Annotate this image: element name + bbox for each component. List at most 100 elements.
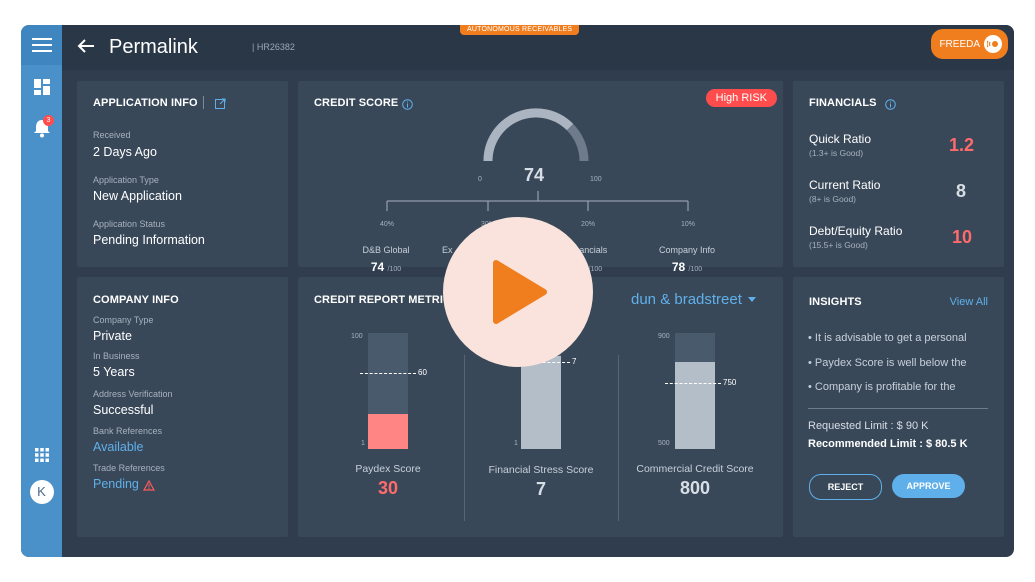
info-icon[interactable] [402,97,413,115]
notification-badge: 3 [43,115,54,126]
assistant-icon [984,35,1002,53]
bank-references-link[interactable]: Available [93,440,144,454]
field-label: In Business [93,351,140,361]
column-divider [464,355,465,521]
play-icon [493,260,547,324]
ratio-hint: (15.5+ is Good) [809,240,868,250]
insight-item: • Paydex Score is well below the [808,357,967,369]
card-title: COMPANY INFO [93,294,179,306]
approve-button[interactable]: APPROVE [892,474,965,498]
metric-name: Financial Stress Score [488,464,594,476]
hamburger-icon [31,38,52,52]
provider-name: dun & bradstreet [631,291,742,308]
metric-value: 30 [377,478,399,498]
arrow-left-icon [77,39,94,53]
company-info-card: COMPANY INFO Company Type Private In Bus… [77,277,288,537]
weight-tree [386,191,689,211]
requested-limit: Requested Limit : $ 90 K [808,420,929,432]
weight-label: 40% [380,221,395,228]
metric-bar-fill [675,362,715,449]
field-label: Received [93,130,131,140]
ratio-name: Debt/Equity Ratio [809,224,903,238]
provider-selector[interactable]: dun & bradstreet [631,291,756,308]
recommended-limit: Recommended Limit : $ 80.5 K [808,438,968,450]
field-value: Private [93,329,132,343]
trade-references-link[interactable]: Pending [93,477,139,491]
card-title: FINANCIALS [809,97,877,109]
field-value: Successful [93,403,154,417]
play-button[interactable] [443,217,593,367]
insights-card: INSIGHTS View All • It is advisable to g… [793,277,1004,537]
ratio-hint: (8+ is Good) [809,194,857,204]
field-value: Pending Information [93,233,205,247]
insight-item: • It is advisable to get a personal [808,332,967,344]
field-label: Trade References [93,463,165,473]
marker-line [665,383,721,384]
axis-bottom: 1 [361,440,365,447]
page-title: Permalink [109,36,198,58]
info-icon[interactable] [885,97,896,115]
view-all-link[interactable]: View All [950,296,988,308]
application-info-card: APPLICATION INFO Received 2 Days Ago App… [77,81,288,267]
notifications-button[interactable]: 3 [21,115,62,139]
gauge-min: 0 [478,176,482,183]
marker-label: 60 [418,368,427,377]
record-id: | HR26382 [252,42,295,52]
assistant-label: FREEDA [939,38,980,50]
app-window: 3 K Permalink | HR26382 AUTONOMOUS RECEI… [21,25,1014,557]
axis-top: 900 [658,333,670,340]
metric-bar-fill [368,414,408,449]
warning-icon [142,478,156,496]
component-name: D&B Global [362,245,410,255]
component-value: 78 /100 [671,260,703,274]
back-button[interactable] [77,38,95,59]
ratio-name: Current Ratio [809,178,881,192]
weight-label: 20% [581,221,596,228]
gauge-max: 100 [590,176,602,183]
external-link-icon[interactable] [215,96,226,114]
menu-button[interactable] [21,25,62,65]
marker-label: 750 [723,378,737,387]
divider [808,408,988,409]
field-label: Bank References [93,426,163,436]
insight-item: • Company is profitable for the [808,381,956,393]
card-title: CREDIT REPORT METRIC [314,294,452,306]
field-label: Application Type [93,175,159,185]
field-label: Address Verification [93,389,173,399]
apps-button[interactable] [21,447,62,463]
dashboard-button[interactable] [21,77,62,97]
ratio-value: 10 [951,227,972,247]
financials-card: FINANCIALS Quick Ratio (1.3+ is Good) 1.… [793,81,1004,267]
product-tag: AUTONOMOUS RECEIVABLES [460,25,580,35]
field-value: 5 Years [93,365,135,379]
card-title: APPLICATION INFO [93,97,198,109]
assistant-button[interactable]: FREEDA [931,29,1008,59]
component-name: Company Info [658,245,716,255]
axis-top: 100 [351,333,363,340]
grid-icon [34,448,49,462]
field-value: 2 Days Ago [93,145,157,159]
metric-bar-fill [521,356,561,449]
score-value: 74 [524,165,545,185]
card-title: INSIGHTS [809,296,862,308]
metric-name: Paydex Score [355,463,421,475]
metric-bar [368,333,408,449]
component-value: 74 /100 [370,260,402,274]
reject-button[interactable]: REJECT [809,474,882,500]
metric-value: 800 [679,478,711,498]
weight-label: 10% [681,221,696,228]
user-avatar-button[interactable]: K [21,480,62,504]
ratio-value: 1.2 [948,135,974,155]
sidebar: 3 K [21,25,62,557]
metric-name: Commercial Credit Score [636,463,754,475]
avatar: K [29,480,54,504]
ratio-hint: (1.3+ is Good) [809,148,864,158]
dashboard-icon [33,79,50,95]
metric-value: 7 [535,479,546,499]
field-label: Company Type [93,315,154,325]
field-label: Application Status [93,219,166,229]
divider [203,96,204,109]
caret-down-icon [747,297,756,302]
marker-label: 7 [572,357,577,366]
card-title: CREDIT SCORE [314,97,399,109]
